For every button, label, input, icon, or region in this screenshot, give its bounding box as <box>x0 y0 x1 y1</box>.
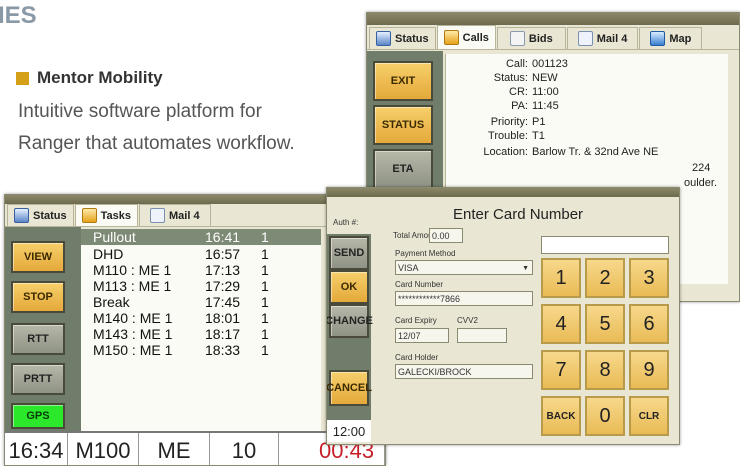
calls-icon <box>443 30 459 45</box>
keypad-key-5[interactable]: 5 <box>585 304 625 344</box>
keypad-key-0[interactable]: 0 <box>585 396 625 436</box>
product-title: Mentor Mobility <box>16 68 163 88</box>
keypad-back-key[interactable]: BACK <box>541 396 581 436</box>
payment-method-select[interactable]: VISA ▼ <box>395 260 533 275</box>
status-bar-time: 16:34 <box>5 433 68 465</box>
task-row[interactable]: Break 17:45 1 <box>81 294 321 310</box>
stop-button[interactable]: STOP <box>11 281 65 313</box>
task-row[interactable]: M143 : ME 1 18:17 1 <box>81 326 321 342</box>
map-icon <box>650 31 666 46</box>
call-field: Location: Barlow Tr. & 32nd Ave NE <box>483 146 659 158</box>
view-button[interactable]: VIEW <box>11 241 65 273</box>
card-window-titlebar <box>327 188 679 197</box>
rtt-button[interactable]: RTT <box>11 323 65 355</box>
card-holder-field[interactable]: GALECKI/BROCK <box>395 364 533 379</box>
task-row[interactable]: M140 : ME 1 18:01 1 <box>81 310 321 326</box>
status-icon <box>376 31 391 46</box>
auth-label: Auth #: <box>333 218 359 227</box>
call-field: Priority: P1 <box>490 116 546 128</box>
tab-bids[interactable]: Bids <box>496 27 566 49</box>
cvv-field[interactable] <box>457 328 507 343</box>
chevron-down-icon: ▼ <box>522 265 529 272</box>
call-field: PA: 11:45 <box>511 100 559 112</box>
calls-window-titlebar <box>367 13 739 25</box>
tab-calls[interactable]: Calls <box>436 25 496 49</box>
card-button-column: SEND OK CHANGE CANCEL <box>327 234 373 439</box>
card-expiry-field[interactable]: 12/07 <box>395 328 449 343</box>
card-title: Enter Card Number <box>453 206 584 223</box>
exit-button[interactable]: EXIT <box>373 61 433 101</box>
card-holder-label: Card Holder <box>395 353 439 362</box>
keypad-key-1[interactable]: 1 <box>541 258 581 298</box>
task-row[interactable]: DHD 16:57 1 <box>81 246 321 262</box>
tab-status[interactable]: Status <box>7 204 74 226</box>
ok-button[interactable]: OK <box>329 270 369 304</box>
task-row[interactable]: M150 : ME 1 18:33 1 <box>81 342 321 358</box>
section-heading: IES <box>0 2 37 29</box>
mail-icon <box>150 208 165 223</box>
task-row[interactable]: M110 : ME 1 17:13 1 <box>81 262 321 278</box>
bullet-square-icon <box>16 71 29 85</box>
eta-button[interactable]: ETA <box>373 149 433 189</box>
keypad-key-4[interactable]: 4 <box>541 304 581 344</box>
tab-status[interactable]: Status <box>369 27 436 49</box>
card-number-label: Card Number <box>395 280 444 289</box>
status-bar-unit: M100 <box>68 433 139 465</box>
send-button[interactable]: SEND <box>329 236 369 270</box>
product-description-line-2: Ranger that automates workflow. <box>18 133 295 154</box>
tab-map[interactable]: Map <box>639 27 703 49</box>
bids-icon <box>509 31 525 46</box>
change-button[interactable]: CHANGE <box>327 304 373 338</box>
call-field: Status: NEW <box>493 72 558 84</box>
tasks-icon <box>81 208 97 223</box>
payment-method-label: Payment Method <box>395 249 456 258</box>
cancel-button[interactable]: CANCEL <box>327 370 372 406</box>
call-field: CR: 11:00 <box>509 86 559 98</box>
card-expiry-label: Card Expiry <box>395 316 437 325</box>
keypad-key-3[interactable]: 3 <box>629 258 669 298</box>
calls-tab-bar: Status Calls Bids Mail 4 Map <box>367 25 739 50</box>
status-bar-count: 10 <box>210 433 279 465</box>
call-field: Call: 001123 <box>505 58 568 70</box>
call-partial-text: oulder. <box>684 177 718 189</box>
gps-button[interactable]: GPS <box>11 403 65 429</box>
status-icon <box>14 208 29 223</box>
keypad-key-7[interactable]: 7 <box>541 350 581 390</box>
task-list: Pullout 16:41 1 DHD 16:57 1 M110 : ME 1 17:13… <box>81 229 321 431</box>
keypad-key-6[interactable]: 6 <box>629 304 669 344</box>
tab-mail[interactable]: Mail 4 <box>566 27 639 49</box>
cvv-label: CVV2 <box>457 316 478 325</box>
tab-tasks[interactable]: Tasks <box>74 204 138 226</box>
task-row[interactable]: M113 : ME 1 17:29 1 <box>81 278 321 294</box>
mail-icon <box>577 31 593 46</box>
keypad-clear-key[interactable]: CLR <box>629 396 669 436</box>
total-amount-field[interactable]: 0.00 <box>429 228 463 243</box>
status-bar-code: ME <box>139 433 210 465</box>
tasks-button-column: VIEW STOP RTT PRTT GPS <box>5 227 81 431</box>
call-field: Trouble: T1 <box>488 130 545 142</box>
card-number-field[interactable]: ************7866 <box>395 291 533 306</box>
task-row[interactable]: Pullout 16:41 1 <box>81 229 321 245</box>
call-partial-text: 224 <box>692 162 711 174</box>
keypad-key-2[interactable]: 2 <box>585 258 625 298</box>
card-entry-display[interactable] <box>541 236 669 254</box>
tab-mail[interactable]: Mail 4 <box>139 204 211 226</box>
card-clock: 12:00 <box>327 420 371 442</box>
product-name: Mentor Mobility <box>37 68 163 87</box>
keypad-key-8[interactable]: 8 <box>585 350 625 390</box>
card-entry-window: Auth #: Enter Card Number SEND OK CHANGE… <box>326 187 680 445</box>
keypad-key-9[interactable]: 9 <box>629 350 669 390</box>
product-description-line-1: Intuitive software platform for <box>18 101 262 122</box>
status-button[interactable]: STATUS <box>373 105 433 145</box>
prtt-button[interactable]: PRTT <box>11 363 65 395</box>
